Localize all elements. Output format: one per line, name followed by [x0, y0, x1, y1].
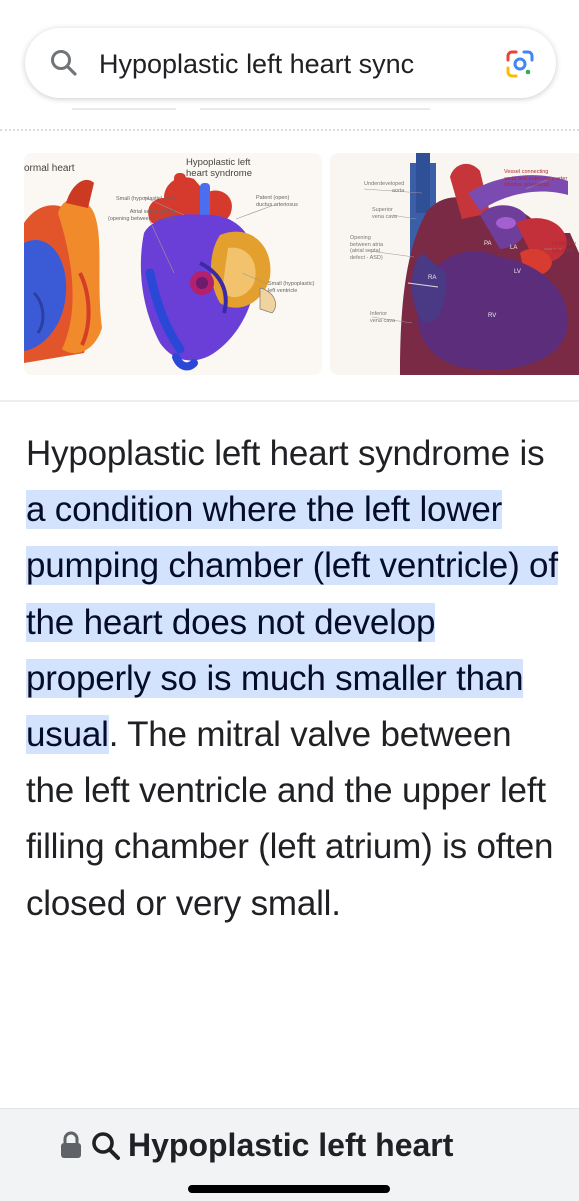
section-divider: [0, 400, 579, 402]
search-icon[interactable]: [49, 48, 79, 78]
image-result-hlhs-diagram[interactable]: ormal heart Hypoplastic left heart syndr…: [24, 153, 322, 375]
label-underdeveloped-lv: Underdev left ventr: [552, 241, 576, 254]
label-pa: PA: [484, 241, 492, 247]
search-bar[interactable]: Hypoplastic left heart sync: [25, 28, 556, 98]
label-underdeveloped-aorta-line1: Underdeveloped: [364, 181, 405, 187]
label-hlhs-line1: Hypoplastic left: [186, 157, 251, 168]
label-asd-line3: (atrial septal: [350, 248, 380, 254]
label-normal-heart: ormal heart: [24, 163, 75, 174]
label-underdeveloped-aorta-line2: aorta: [391, 187, 405, 194]
google-lens-icon[interactable]: [504, 48, 536, 80]
search-fade: [456, 38, 496, 88]
label-vessel-line3: (ductus arteriosus): [504, 182, 550, 188]
callout-small-lv-line2: left ventricle: [268, 287, 298, 294]
label-underdeveloped-aorta: Underdeveloped aorta: [364, 181, 404, 194]
label-hlhs: Hypoplastic left heart syndrome: [186, 157, 252, 179]
callout-small-lv: Small (hypoplastic) left ventricle: [268, 281, 314, 294]
image-result-hlhs-cutaway[interactable]: Underdeveloped aorta Vessel connecting a…: [330, 153, 579, 375]
dotted-divider: [0, 129, 579, 131]
label-svc-line2: vena cava: [372, 213, 398, 220]
callout-patent-line2: ductus arteriosus: [256, 201, 298, 208]
lock-icon: [61, 1131, 81, 1158]
label-asd-line4: defect - ASD): [350, 254, 383, 261]
label-lv: LV: [514, 269, 521, 275]
heart-comparison-illustration: [24, 173, 276, 371]
label-ivc-line2: vena cava: [370, 317, 396, 324]
callout-asd-line2: (opening between the atria): [108, 215, 175, 222]
label-underdev-lv-line2: left ventr: [552, 247, 574, 254]
label-ivc: Inferior vena cava: [370, 311, 395, 324]
label-hlhs-line2: heart syndrome: [186, 168, 253, 179]
featured-snippet-text: Hypoplastic left heart syndrome is a con…: [26, 426, 561, 932]
address-bar-title[interactable]: Hypoplastic left heart: [128, 1127, 453, 1164]
label-ra: RA: [428, 275, 437, 281]
label-la: LA: [510, 245, 518, 251]
search-input[interactable]: Hypoplastic left heart sync: [99, 28, 490, 98]
callout-asd: Atrial septal defect (opening between th…: [108, 209, 175, 222]
label-vessel-connecting: Vessel connecting aorta and pulmonary ar…: [504, 169, 567, 189]
search-icon: [92, 1132, 120, 1160]
callout-patent-ductus: Patent (open) ductus arteriosus: [256, 195, 298, 208]
home-indicator[interactable]: [188, 1185, 390, 1193]
snippet-intro: Hypoplastic left heart syndrome is: [26, 434, 545, 473]
label-asd: Opening between atria (atrial septal def…: [350, 235, 383, 261]
callout-small-lv-line1: Small (hypoplastic): [268, 281, 315, 287]
label-svc: Superior vena cava: [372, 207, 397, 220]
callout-small-aorta: Small (hypoplastic) aorta: [116, 196, 177, 202]
label-rv: RV: [488, 313, 497, 319]
label-underdev-lv-line1: Underdev: [552, 241, 576, 247]
tab-row-divider: [72, 108, 176, 110]
tab-row-divider: [200, 108, 430, 110]
